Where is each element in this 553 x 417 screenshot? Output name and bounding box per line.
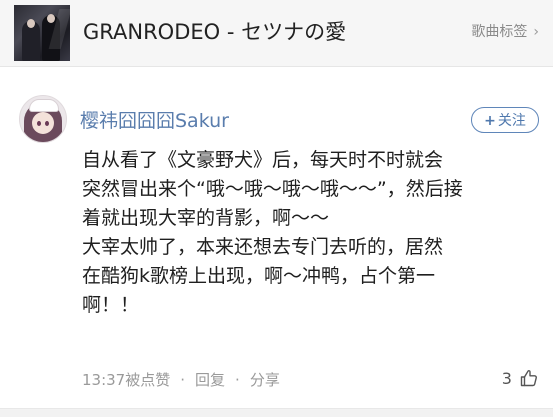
reply-button[interactable]: 回复 (195, 371, 225, 389)
comment-line: 突然冒出来个“哦～哦～哦～哦～～”，然后接 (82, 178, 463, 200)
avatar-eye (37, 121, 41, 126)
like-count: 3 (501, 369, 512, 388)
comment-line: 啊！！ (82, 294, 140, 316)
album-cover-face (47, 14, 55, 23)
share-button[interactable]: 分享 (250, 371, 280, 389)
comment-line: 在酷狗k歌榜上出现，啊～冲鸭，占个第一 (82, 265, 436, 287)
follow-label: 关注 (497, 113, 526, 129)
chevron-right-icon: › (533, 24, 539, 40)
thumbs-up-icon (520, 370, 537, 387)
song-header[interactable]: GRANRODEO - セツナの愛 歌曲标签 › (0, 0, 553, 67)
comment-meta: 13:37被点赞 · 回复 · 分享 (82, 369, 280, 391)
song-tags-label: 歌曲标签 (471, 24, 528, 40)
meta-separator: · (235, 371, 240, 389)
avatar-hat (29, 99, 59, 112)
comment-line: 大宰太帅了，本来还想去专门去听的，居然 (82, 236, 444, 258)
follow-button[interactable]: + 关注 (471, 107, 539, 133)
album-cover-face (27, 19, 35, 28)
meta-separator: · (180, 371, 186, 389)
comment-username[interactable]: 樱祎囧囧囧Sakur (80, 109, 229, 133)
song-title[interactable]: GRANRODEO - セツナの愛 (83, 18, 346, 46)
like-button[interactable]: 3 (502, 367, 539, 391)
avatar[interactable] (19, 95, 67, 143)
liked-label: 被点赞 (125, 371, 171, 389)
album-cover[interactable] (14, 5, 70, 61)
avatar-face (32, 112, 54, 134)
comment-time: 13:37 (82, 371, 126, 389)
plus-icon: + (484, 113, 496, 129)
comment-line: 自从看了《文豪野犬》后，每天时不时就会 (82, 149, 444, 171)
comment-line: 着就出现大宰的背影，啊～～ (82, 207, 330, 229)
comment-body: 自从看了《文豪野犬》后，每天时不时就会 突然冒出来个“哦～哦～哦～哦～～”，然后… (82, 146, 542, 320)
avatar-eye (45, 121, 49, 126)
song-tags-link[interactable]: 歌曲标签 › (471, 22, 539, 42)
